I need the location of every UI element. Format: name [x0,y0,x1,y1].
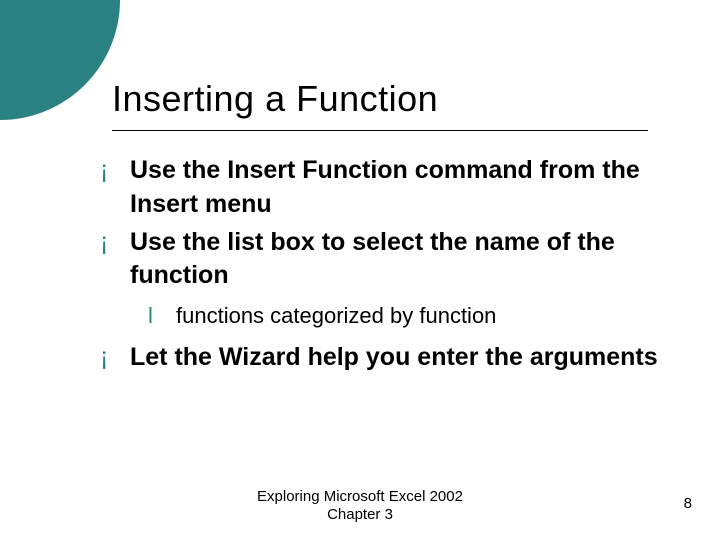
footer-line-1: Exploring Microsoft Excel 2002 [0,488,720,506]
title-underline [112,130,648,131]
list-item: ¡ Use the list box to select the name of… [100,226,660,294]
content-area: ¡ Use the Insert Function command from t… [100,154,660,378]
bullet-icon: ¡ [100,341,130,375]
list-item-text: Use the Insert Function command from the… [130,154,660,222]
page-number: 8 [684,495,692,512]
footer: Exploring Microsoft Excel 2002 Chapter 3 [0,488,720,524]
list-item-text: functions categorized by function [176,301,496,331]
list-item: l functions categorized by function [148,301,660,331]
slide-title: Inserting a Function [112,78,438,120]
list-item-text: Use the list box to select the name of t… [130,226,660,294]
list-item: ¡ Use the Insert Function command from t… [100,154,660,222]
list-item-text: Let the Wizard help you enter the argume… [130,341,658,375]
bullet-icon: ¡ [100,154,130,188]
corner-decoration [0,0,120,120]
sub-bullet-icon: l [148,301,176,331]
footer-line-2: Chapter 3 [0,506,720,524]
list-item: ¡ Let the Wizard help you enter the argu… [100,341,660,375]
bullet-icon: ¡ [100,226,130,260]
